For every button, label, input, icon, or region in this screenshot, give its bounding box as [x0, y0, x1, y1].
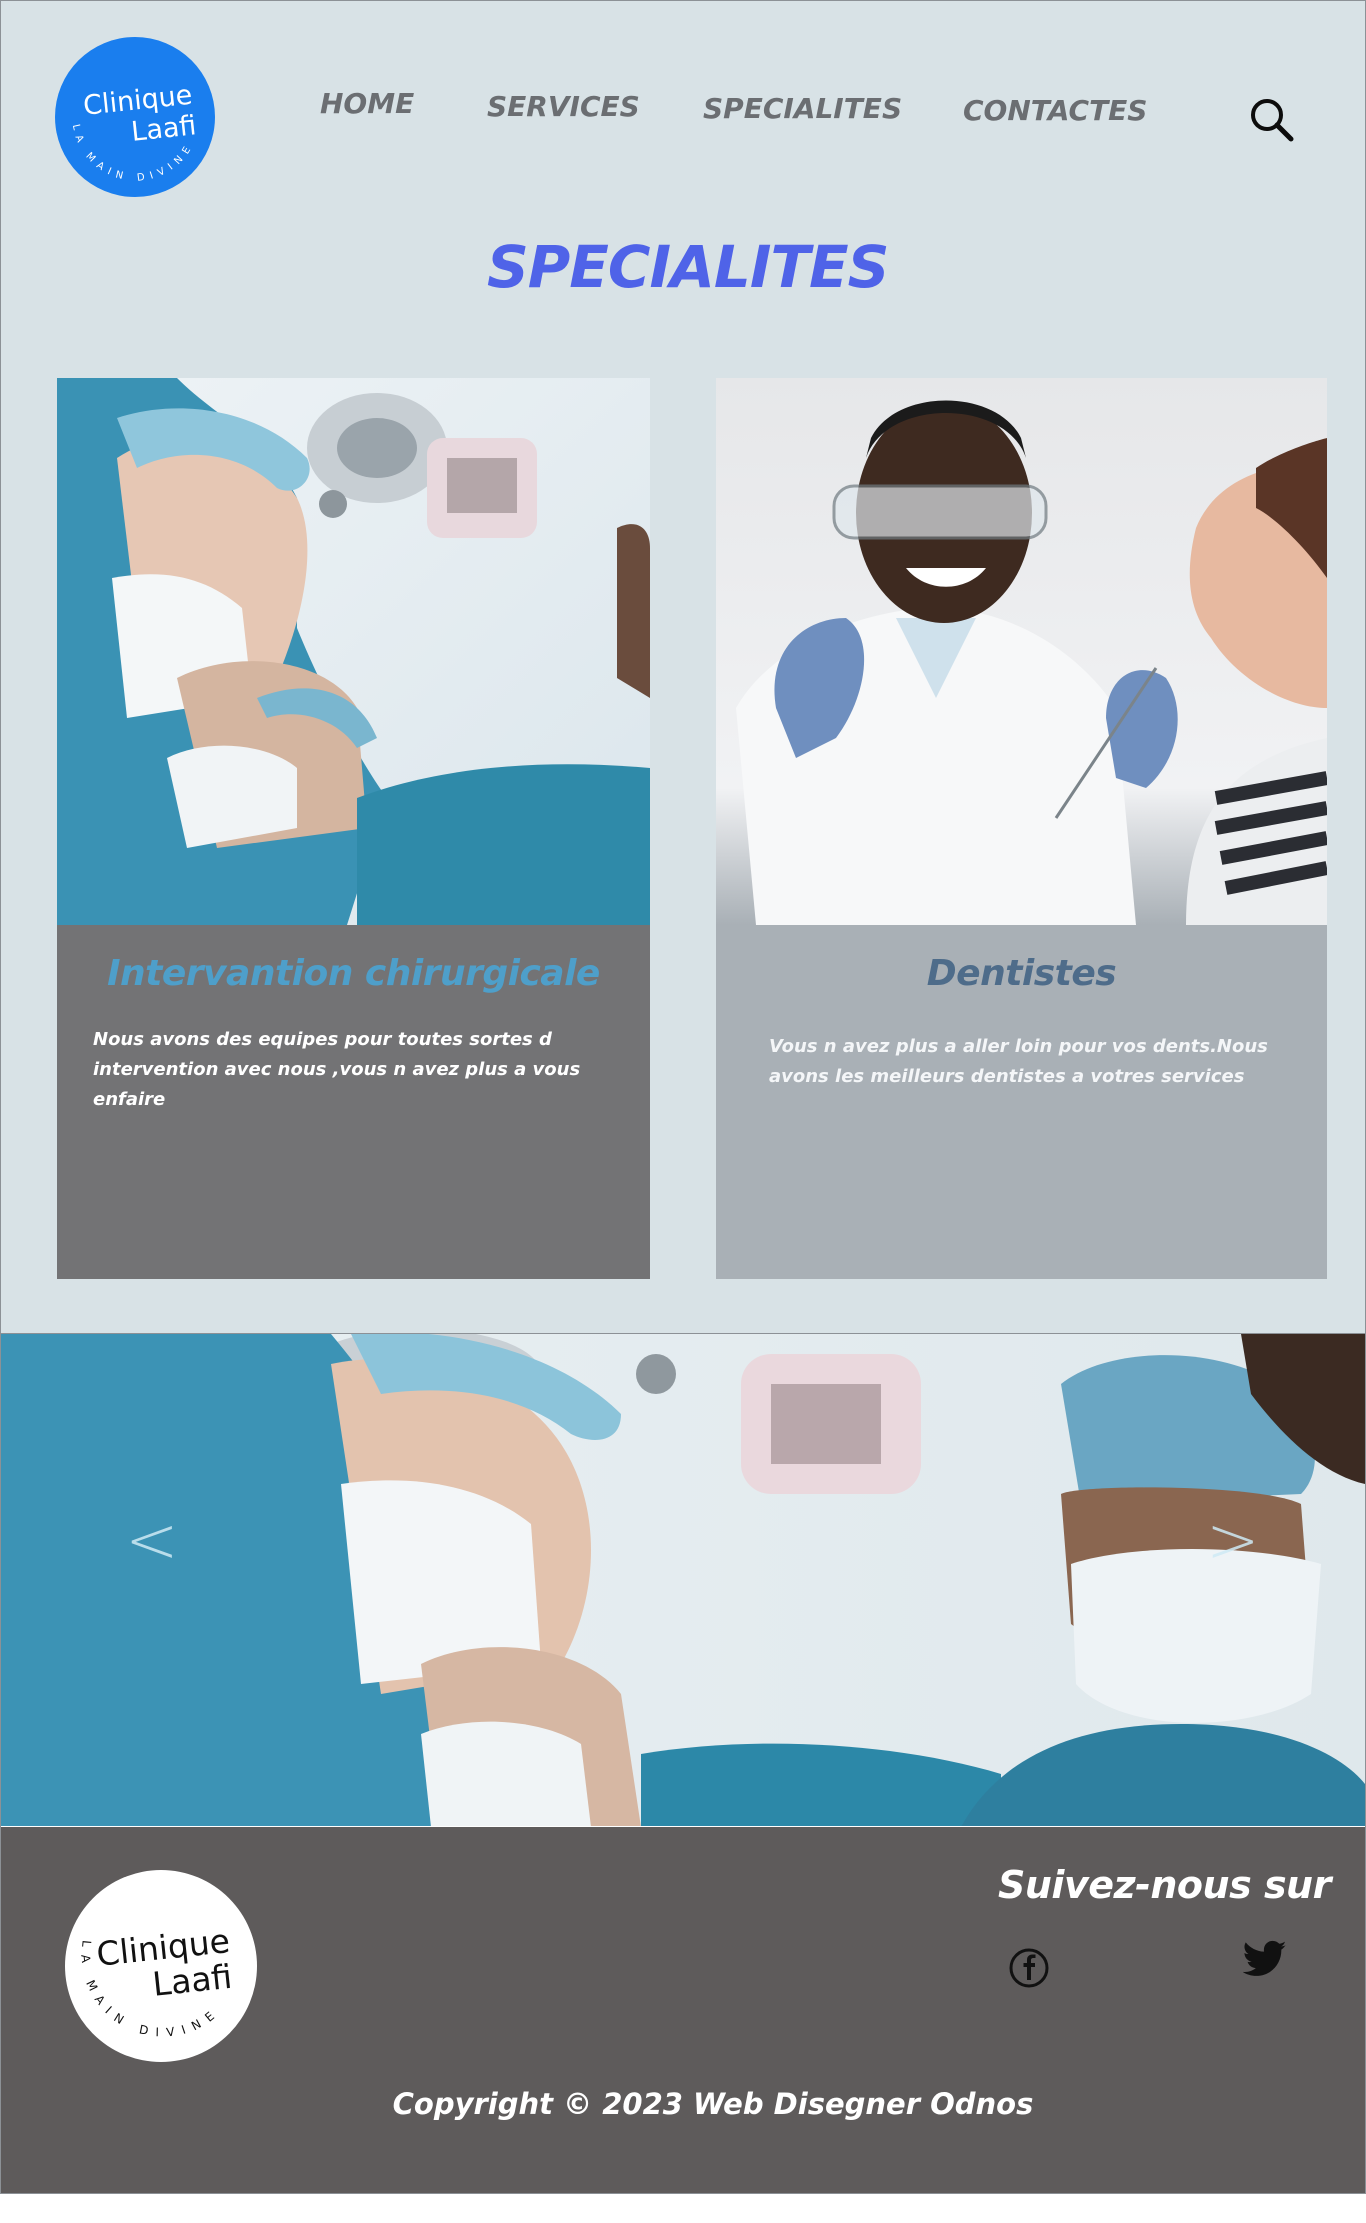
specialty-card-dentists[interactable]: Dentistes Vous n avez plus a aller loin …	[716, 378, 1327, 1279]
dentist-image	[716, 378, 1327, 925]
surgery-image	[57, 378, 650, 925]
card-text-surgery: Nous avons des equipes pour toutes sorte…	[93, 1029, 581, 1110]
nav-home[interactable]: HOME	[320, 87, 414, 120]
twitter-icon[interactable]	[1243, 1939, 1287, 1979]
clinic-logo[interactable]: Clinique Laafi LA MAIN DIVINE	[55, 37, 215, 197]
card-body: Intervantion chirurgicale Nous avons des…	[57, 925, 650, 1279]
nav-specialites[interactable]: SPECIALITES	[703, 92, 902, 125]
footer-logo[interactable]: Clinique Laafi LA MAIN DIVINE	[65, 1870, 257, 2062]
nav-contactes[interactable]: CONTACTES	[963, 94, 1147, 127]
card-title-dentists: Dentistes	[926, 953, 1117, 994]
svg-text:LA MAIN DIVINE: LA MAIN DIVINE	[78, 1940, 223, 2040]
follow-us-heading: Suivez-nous sur	[998, 1863, 1331, 1907]
card-body: Dentistes Vous n avez plus a aller loin …	[716, 925, 1327, 1279]
card-text-dentists: Vous n avez plus a aller loin pour vos d…	[769, 1036, 1268, 1087]
slider-prev-button[interactable]: <	[125, 1504, 179, 1578]
logo-tagline: LA MAIN DIVINE	[70, 123, 196, 184]
footer: Clinique Laafi LA MAIN DIVINE Suivez-nou…	[1, 1827, 1365, 2193]
copyright-text: Copyright © 2023 Web Disegner Odnos	[392, 2087, 1034, 2121]
search-icon[interactable]	[1247, 95, 1295, 143]
header-section: Clinique Laafi LA MAIN DIVINE HOME SERVI…	[1, 1, 1365, 1333]
hero-slider: < >	[1, 1333, 1365, 1826]
slider-next-button[interactable]: >	[1206, 1504, 1260, 1578]
nav-services[interactable]: SERVICES	[487, 90, 640, 123]
card-title-surgery: Intervantion chirurgicale	[107, 953, 600, 994]
specialty-card-surgery[interactable]: Intervantion chirurgicale Nous avons des…	[57, 378, 650, 1279]
slider-image	[1, 1334, 1365, 1826]
facebook-icon[interactable]	[1008, 1947, 1050, 1989]
logo-tagline: LA MAIN DIVINE	[78, 1940, 223, 2040]
svg-text:LA MAIN DIVINE: LA MAIN DIVINE	[70, 123, 196, 184]
page-title: SPECIALITES	[487, 233, 889, 301]
